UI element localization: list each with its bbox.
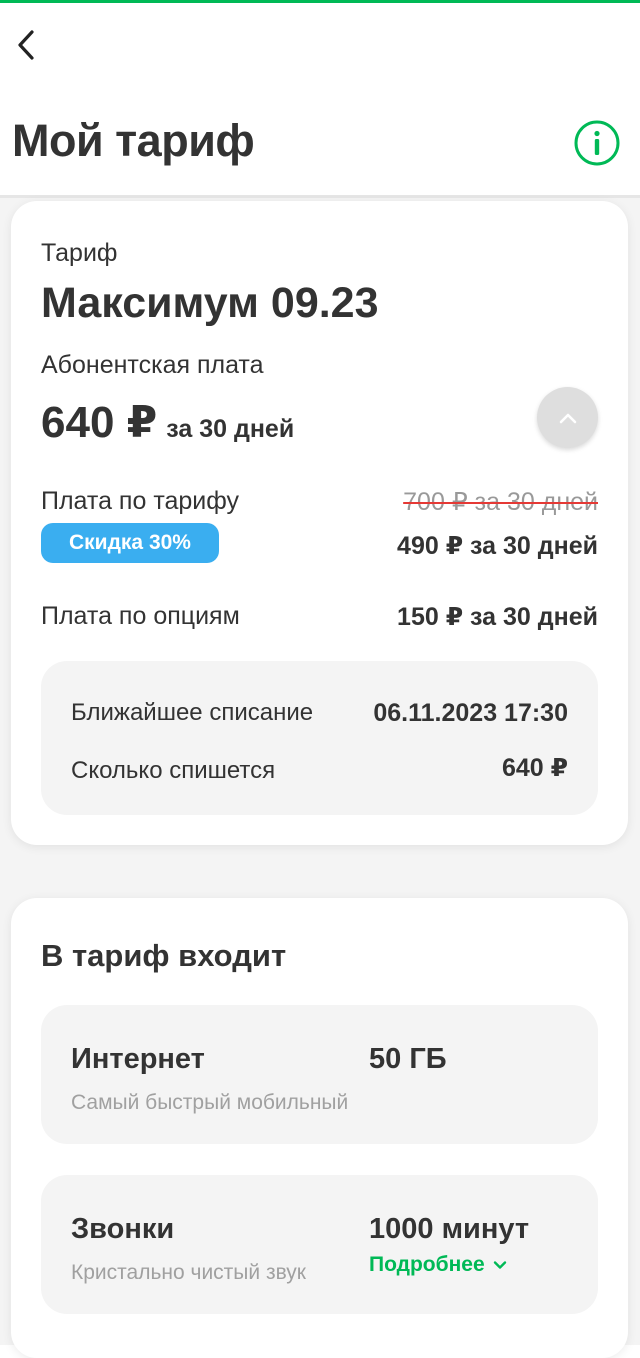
chevron-left-icon (18, 30, 34, 60)
page-title: Мой тариф (12, 115, 255, 166)
included-item-subtitle: Самый быстрый мобильный (71, 1091, 349, 1114)
tariff-card: Тариф Максимум 09.23 Абонентская плата 6… (11, 201, 628, 845)
subscription-fee-amount: 640 ₽ (41, 398, 158, 447)
chevron-up-icon (559, 413, 576, 423)
options-fee-value: 150 ₽ за 30 дней (397, 603, 598, 631)
info-icon (574, 120, 620, 166)
plan-fee-label: Плата по тарифу (41, 487, 240, 515)
next-charge-label: Ближайшее списание (71, 699, 314, 726)
info-button[interactable] (571, 117, 623, 169)
tariff-name: Максимум 09.23 (41, 279, 379, 327)
more-details-label: Подробнее (369, 1253, 485, 1276)
included-item-internet[interactable]: Интернет Самый быстрый мобильный 50 ГБ (41, 1005, 598, 1144)
subscription-fee-label: Абонентская плата (41, 351, 264, 379)
charge-amount-label: Сколько спишется (71, 757, 276, 784)
charge-amount-value: 640 ₽ (501, 754, 568, 782)
next-charge-box: Ближайшее списание 06.11.2023 17:30 Скол… (41, 661, 598, 815)
included-item-value: 1000 минут (369, 1213, 530, 1245)
plan-fee-new-price: 490 ₽ за 30 дней (397, 532, 598, 560)
included-item-name: Звонки (71, 1213, 175, 1245)
subscription-fee: 640 ₽ за 30 дней (41, 397, 294, 448)
options-fee-label: Плата по опциям (41, 602, 240, 630)
included-item-name: Интернет (71, 1043, 205, 1075)
subscription-fee-period: за 30 дней (166, 415, 295, 443)
included-item-subtitle: Кристально чистый звук (71, 1261, 306, 1284)
next-charge-date: 06.11.2023 17:30 (373, 699, 568, 727)
plan-fee-old-price: 700 ₽ за 30 дней (403, 488, 598, 516)
app-header: Мой тариф (0, 3, 640, 197)
back-button[interactable] (4, 23, 48, 67)
tariff-label: Тариф (41, 239, 118, 267)
included-item-value: 50 ГБ (369, 1043, 447, 1075)
included-title: В тариф входит (41, 938, 287, 973)
included-card: В тариф входит Интернет Самый быстрый мо… (11, 898, 628, 1358)
chevron-down-icon (493, 1261, 506, 1269)
included-item-calls[interactable]: Звонки Кристально чистый звук 1000 минут… (41, 1175, 598, 1314)
more-details-link[interactable]: Подробнее (369, 1253, 507, 1277)
collapse-details-button[interactable] (537, 387, 598, 448)
discount-badge: Скидка 30% (41, 523, 219, 563)
